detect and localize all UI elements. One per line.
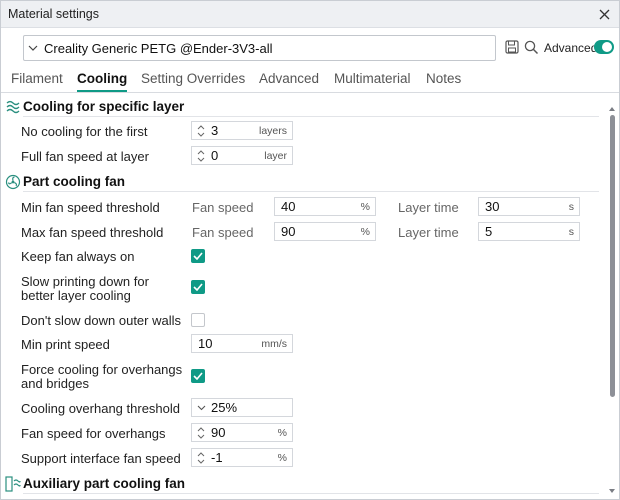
keep-fan-on-label: Keep fan always on	[21, 249, 135, 264]
spinner-arrows-icon[interactable]	[194, 426, 208, 439]
chevron-down-icon	[28, 45, 44, 51]
support-fan-field[interactable]: -1 %	[191, 448, 293, 467]
section-divider	[23, 116, 599, 117]
max-fan-layer-time-field[interactable]: 5 s	[478, 222, 580, 241]
dont-slow-walls-label: Don't slow down outer walls	[21, 313, 181, 328]
check-icon	[193, 283, 203, 291]
keep-fan-on-checkbox[interactable]	[191, 249, 205, 263]
layer-time-sublabel: Layer time	[398, 225, 459, 240]
field-unit: layer	[264, 149, 287, 162]
section-divider	[23, 493, 599, 494]
no-cooling-label: No cooling for the first	[21, 124, 148, 139]
advanced-label: Advanced	[544, 41, 598, 55]
slow-down-label-line2: better layer cooling	[21, 288, 131, 303]
tab-multimaterial[interactable]: Multimaterial	[334, 71, 411, 86]
slow-down-checkbox[interactable]	[191, 280, 205, 294]
field-unit: s	[568, 200, 574, 213]
aux-fan-icon	[5, 476, 21, 492]
layer-fan-icon	[6, 100, 20, 114]
material-settings-window: Material settings Creality Generic PETG …	[0, 0, 620, 500]
full-fan-layer-field[interactable]: 0 layer	[191, 146, 293, 165]
field-value: 10	[198, 336, 213, 351]
force-cooling-label-line1: Force cooling for overhangs	[21, 362, 183, 377]
scroll-up-icon[interactable]	[608, 105, 616, 113]
max-fan-speed-field[interactable]: 90 %	[274, 222, 376, 241]
advanced-toggle[interactable]	[594, 40, 614, 54]
no-cooling-layers-field[interactable]: 3 layers	[191, 121, 293, 140]
min-fan-threshold-label: Min fan speed threshold	[21, 200, 160, 215]
field-unit: mm/s	[261, 337, 287, 350]
tab-advanced[interactable]: Advanced	[259, 71, 319, 86]
overhang-threshold-label: Cooling overhang threshold	[21, 401, 180, 416]
min-fan-speed-field[interactable]: 40 %	[274, 197, 376, 216]
overhang-fan-label: Fan speed for overhangs	[21, 426, 166, 441]
save-icon[interactable]	[504, 39, 520, 55]
field-value: -1	[211, 450, 223, 465]
layer-time-sublabel: Layer time	[398, 200, 459, 215]
section-title: Part cooling fan	[23, 174, 126, 189]
window-title: Material settings	[8, 7, 100, 21]
support-fan-label: Support interface fan speed	[21, 451, 181, 466]
section-title: Cooling for specific layer	[23, 99, 185, 114]
scroll-thumb[interactable]	[610, 115, 615, 397]
field-value: 0	[211, 148, 219, 163]
tab-cooling[interactable]: Cooling	[77, 71, 128, 92]
section-part-cooling: Part cooling fan	[1, 172, 611, 192]
max-fan-threshold-label: Max fan speed threshold	[21, 225, 164, 240]
spinner-arrows-icon[interactable]	[194, 124, 208, 137]
field-value: 30	[485, 199, 500, 214]
min-fan-layer-time-field[interactable]: 30 s	[478, 197, 580, 216]
section-title: Auxiliary part cooling fan	[23, 476, 186, 491]
dont-slow-walls-checkbox[interactable]	[191, 313, 205, 327]
field-value: 90	[211, 425, 226, 440]
fan-speed-sublabel: Fan speed	[192, 200, 254, 215]
tab-filament[interactable]: Filament	[11, 71, 63, 86]
section-aux-cooling: Auxiliary part cooling fan	[1, 474, 611, 494]
tab-bar: Filament Cooling Setting Overrides Advan…	[1, 69, 619, 93]
field-value: 40	[281, 199, 296, 214]
full-fan-layer-label: Full fan speed at layer	[21, 149, 149, 164]
vertical-scrollbar[interactable]	[608, 105, 616, 497]
section-divider	[23, 191, 599, 192]
title-bar: Material settings	[1, 1, 619, 28]
field-unit: %	[360, 200, 370, 213]
close-button[interactable]	[593, 3, 615, 25]
field-unit: %	[277, 426, 287, 439]
fan-speed-sublabel: Fan speed	[192, 225, 254, 240]
section-cooling-layer: Cooling for specific layer	[1, 97, 611, 117]
spinner-arrows-icon[interactable]	[194, 451, 208, 464]
tab-setting-overrides[interactable]: Setting Overrides	[141, 71, 245, 86]
field-value: 5	[485, 224, 493, 239]
force-cooling-checkbox[interactable]	[191, 369, 205, 383]
check-icon	[193, 252, 203, 260]
field-unit: %	[360, 225, 370, 238]
scroll-down-icon[interactable]	[608, 487, 616, 495]
tab-notes[interactable]: Notes	[426, 71, 461, 86]
field-value: 90	[281, 224, 296, 239]
field-unit: layers	[258, 124, 287, 137]
field-unit: s	[568, 225, 574, 238]
field-value: 25%	[211, 400, 238, 415]
slow-down-label-line1: Slow printing down for	[21, 274, 149, 289]
preset-dropdown[interactable]: Creality Generic PETG @Ender-3V3-all	[23, 35, 496, 61]
chevron-down-icon	[194, 405, 208, 411]
min-print-speed-field[interactable]: 10 mm/s	[191, 334, 293, 353]
search-icon[interactable]	[523, 39, 539, 55]
overhang-threshold-dropdown[interactable]: 25%	[191, 398, 293, 417]
field-unit: %	[277, 451, 287, 464]
spinner-arrows-icon[interactable]	[194, 149, 208, 162]
preset-toolbar: Creality Generic PETG @Ender-3V3-all Adv…	[1, 29, 619, 65]
min-print-speed-label: Min print speed	[21, 337, 110, 352]
fan-icon	[5, 174, 21, 190]
field-value: 3	[211, 123, 219, 138]
preset-name: Creality Generic PETG @Ender-3V3-all	[44, 40, 273, 56]
overhang-fan-field[interactable]: 90 %	[191, 423, 293, 442]
close-icon	[599, 9, 609, 19]
check-icon	[193, 372, 203, 380]
force-cooling-label-line2: and bridges	[21, 376, 89, 391]
settings-panel: Cooling for specific layer No cooling fo…	[1, 94, 619, 500]
